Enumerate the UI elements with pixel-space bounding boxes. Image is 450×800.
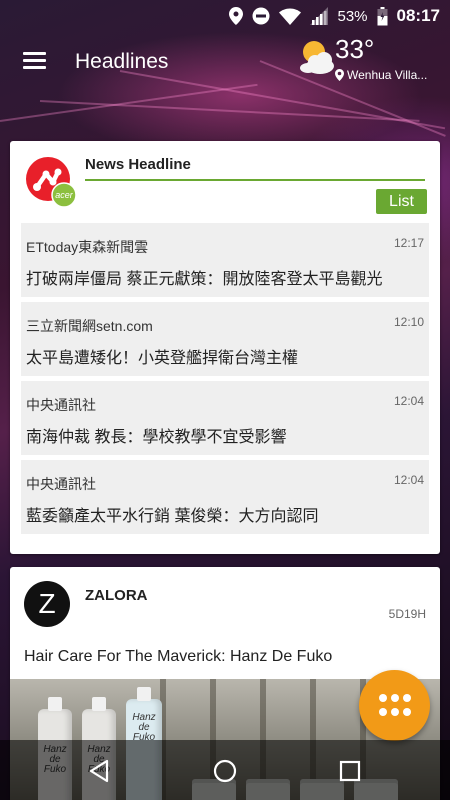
clock: 08:17 [396,6,440,25]
news-time: 12:04 [393,473,424,487]
battery-icon [377,6,388,25]
news-headline: 太平島遭矮化！小英登艦捍衛台灣主權 [26,350,299,367]
page-title: Headlines [75,50,169,73]
weather-widget[interactable]: 33° Wenhua Villa... [295,34,440,88]
location-icon [229,7,244,25]
zalora-name: ZALORA [85,587,148,604]
news-headline-card: acer News Headline List ETtoday東森新聞雲 12:… [10,141,440,554]
title-divider [85,179,425,181]
card-title: News Headline [85,156,191,173]
hamburger-menu-icon[interactable] [18,48,52,78]
news-item[interactable]: 三立新聞網setn.com 12:10 太平島遭矮化！小英登艦捍衛台灣主權 [21,302,429,376]
apps-grid-button[interactable] [359,670,430,741]
navigation-bar [0,740,450,800]
news-source: ETtoday東森新聞雲 [26,239,149,255]
list-button[interactable]: List [376,189,427,214]
news-item[interactable]: 中央通訊社 12:04 南海仲裁 教長：學校教學不宜受影響 [21,381,429,455]
zalora-headline: Hair Care For The Maverick: Hanz De Fuko [24,648,333,665]
news-time: 12:17 [393,236,424,250]
location-label: Wenhua Villa... [347,68,428,82]
recents-icon[interactable] [333,754,367,788]
temperature: 33° [335,34,375,64]
news-source: 三立新聞網setn.com [26,318,153,334]
wifi-icon [279,8,302,25]
news-item[interactable]: 中央通訊社 12:04 藍委籲產太平水行銷 葉俊榮：大方向認同 [21,460,429,534]
location-pin-icon [335,69,344,81]
news-item[interactable]: ETtoday東森新聞雲 12:17 打破兩岸僵局 蔡正元獻策：開放陸客登太平島… [21,223,429,297]
weather-location: Wenhua Villa... [335,68,439,82]
acer-logo: acer [26,157,77,208]
news-time: 12:10 [393,315,424,329]
home-icon[interactable] [208,754,242,788]
news-source: 中央通訊社 [26,476,96,492]
back-icon[interactable] [82,754,116,788]
news-headline: 南海仲裁 教長：學校教學不宜受影響 [26,429,287,446]
svg-text:acer: acer [55,190,74,200]
post-age: 5D19H [388,607,426,621]
do-not-disturb-icon [252,7,270,25]
news-source: 中央通訊社 [26,397,96,413]
news-time: 12:04 [393,394,424,408]
news-headline: 打破兩岸僵局 蔡正元獻策：開放陸客登太平島觀光 [26,271,383,288]
cellular-signal-icon [310,7,329,25]
partly-cloudy-icon [300,41,334,74]
status-bar: 53% 08:17 [0,0,450,32]
battery-percent: 53% [337,7,368,25]
news-headline: 藍委籲產太平水行銷 葉俊榮：大方向認同 [26,508,319,525]
zalora-logo: Z [24,581,70,627]
